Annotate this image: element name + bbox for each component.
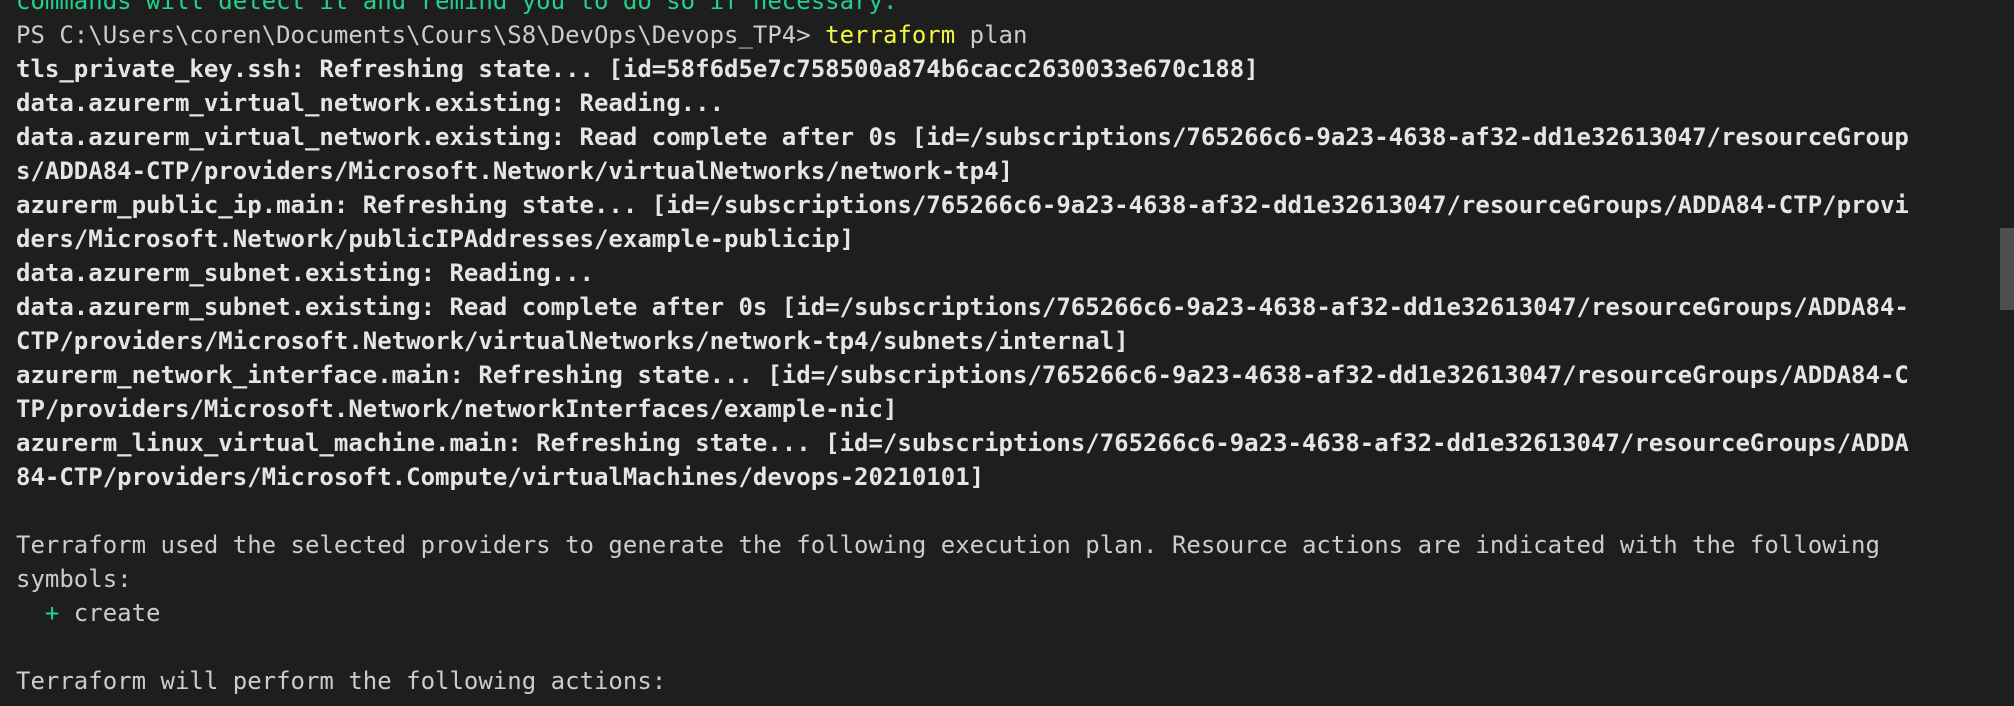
command-name: terraform (825, 21, 956, 49)
output-line: data.azurerm_virtual_network.existing: R… (16, 89, 725, 117)
terminal-panel[interactable]: commands will detect it and remind you t… (0, 0, 2014, 706)
output-line: data.azurerm_subnet.existing: Read compl… (16, 293, 1909, 321)
plan-intro-line: symbols: (16, 565, 132, 593)
plus-icon: + (44, 599, 60, 627)
output-line: TP/providers/Microsoft.Network/networkIn… (16, 395, 898, 423)
prompt-path: PS C:\Users\coren\Documents\Cours\S8\Dev… (16, 21, 826, 49)
create-label: create (59, 599, 161, 627)
output-line: data.azurerm_virtual_network.existing: R… (16, 123, 1909, 151)
plan-intro-line: Terraform used the selected providers to… (16, 531, 1880, 559)
vertical-scrollbar[interactable] (2000, 0, 2014, 706)
output-line: azurerm_linux_virtual_machine.main: Refr… (16, 429, 1909, 457)
command-prompt-line: PS C:\Users\coren\Documents\Cours\S8\Dev… (16, 18, 1990, 52)
command-args: plan (955, 21, 1028, 49)
terminal-output: commands will detect it and remind you t… (16, 0, 1990, 698)
create-symbol-line: + create (16, 596, 1990, 630)
output-line: tls_private_key.ssh: Refreshing state...… (16, 55, 1259, 83)
output-line: CTP/providers/Microsoft.Network/virtualN… (16, 327, 1129, 355)
output-line: s/ADDA84-CTP/providers/Microsoft.Network… (16, 157, 1013, 185)
cut-top-line: commands will detect it and remind you t… (16, 0, 898, 15)
output-line: 84-CTP/providers/Microsoft.Compute/virtu… (16, 463, 985, 491)
actions-line: Terraform will perform the following act… (16, 667, 667, 695)
output-line: data.azurerm_subnet.existing: Reading... (16, 259, 594, 287)
output-line: ders/Microsoft.Network/publicIPAddresses… (16, 225, 855, 253)
output-line: azurerm_network_interface.main: Refreshi… (16, 361, 1909, 389)
scrollbar-thumb[interactable] (2000, 228, 2014, 310)
output-line: azurerm_public_ip.main: Refreshing state… (16, 191, 1909, 219)
